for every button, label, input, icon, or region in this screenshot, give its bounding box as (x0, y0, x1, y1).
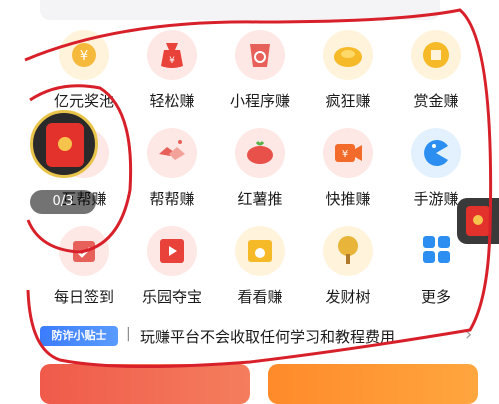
gold-ingot-icon (323, 30, 373, 80)
grid-item-money-tree[interactable]: 发财树 (304, 226, 392, 316)
grid-item-easy-earn[interactable]: ¥ 轻松赚 (128, 30, 216, 120)
grid-item-help-earn[interactable]: 帮帮赚 (128, 128, 216, 218)
grid-label: 乐园夺宝 (141, 288, 202, 306)
grid-label: 看看赚 (237, 288, 283, 306)
red-packet-counter: 0/3 (30, 190, 96, 214)
envelope-play-icon (235, 226, 285, 276)
feature-row-1: ¥ 亿元奖池 ¥ 轻松赚 小程序赚 疯狂赚 赏金赚 (40, 30, 480, 120)
bottom-left-button[interactable] (40, 364, 250, 404)
grid-label: 赏金赚 (413, 92, 459, 110)
bottom-right-button[interactable] (268, 364, 478, 404)
grid-label: 每日签到 (53, 288, 114, 306)
red-envelope-icon (46, 123, 84, 167)
grid-item-quick-push[interactable]: ¥ 快推赚 (304, 128, 392, 218)
grid-item-daily-checkin[interactable]: 每日签到 (40, 226, 128, 316)
money-bag-icon: ¥ (147, 30, 197, 80)
sweet-potato-icon (235, 128, 285, 178)
video-yuan-icon: ¥ (323, 128, 373, 178)
tip-separator: | (126, 326, 131, 342)
pacman-game-icon (411, 128, 461, 178)
tip-badge: 防诈小贴士 (40, 326, 118, 346)
yuan-coin-icon: ¥ (59, 30, 109, 80)
gold-coin-icon (411, 30, 461, 80)
handshake-icon (147, 128, 197, 178)
grid-item-paradise-treasure[interactable]: 乐园夺宝 (128, 226, 216, 316)
grid-item-mini-program[interactable]: 小程序赚 (216, 30, 304, 120)
chevron-right-icon: › (465, 324, 473, 345)
grid-item-prize-pool[interactable]: ¥ 亿元奖池 (40, 30, 128, 120)
top-card-edge (40, 0, 440, 20)
grid-label: 发财树 (325, 288, 371, 306)
grid-label: 疯狂赚 (325, 92, 371, 110)
grid-label: 快推赚 (325, 190, 371, 208)
play-screen-icon (147, 226, 197, 276)
grid-item-sweet-potato[interactable]: 红薯推 (216, 128, 304, 218)
grid-item-watch-earn[interactable]: 看看赚 (216, 226, 304, 316)
calendar-check-icon (59, 226, 109, 276)
anti-fraud-tip[interactable]: 防诈小贴士 | 玩赚平台不会收取任何学习和教程费用 › (40, 324, 480, 350)
grid-label: 帮帮赚 (149, 190, 195, 208)
grid-label: 红薯推 (237, 190, 283, 208)
red-envelope-icon (466, 206, 490, 236)
floating-red-packet[interactable] (30, 110, 98, 178)
apps-grid-icon (411, 226, 461, 276)
grid-item-crazy-earn[interactable]: 疯狂赚 (304, 30, 392, 120)
tip-text: 玩赚平台不会收取任何学习和教程费用 (140, 328, 396, 346)
svg-text:¥: ¥ (169, 56, 175, 66)
feature-row-3: 每日签到 乐园夺宝 看看赚 发财树 更多 (40, 226, 480, 316)
svg-text:¥: ¥ (80, 49, 88, 64)
grid-item-bounty-earn[interactable]: 赏金赚 (392, 30, 480, 120)
svg-text:¥: ¥ (342, 149, 348, 160)
grid-label: 更多 (420, 288, 451, 306)
grid-label: 轻松赚 (149, 92, 195, 110)
mini-program-cup-icon (235, 30, 285, 80)
grid-label: 亿元奖池 (53, 92, 114, 110)
feature-row-2: 互帮赚 帮帮赚 红薯推 ¥ 快推赚 手游赚 (40, 128, 480, 218)
money-tree-icon (323, 226, 373, 276)
grid-label: 小程序赚 (229, 92, 290, 110)
side-red-packet[interactable] (457, 198, 499, 244)
